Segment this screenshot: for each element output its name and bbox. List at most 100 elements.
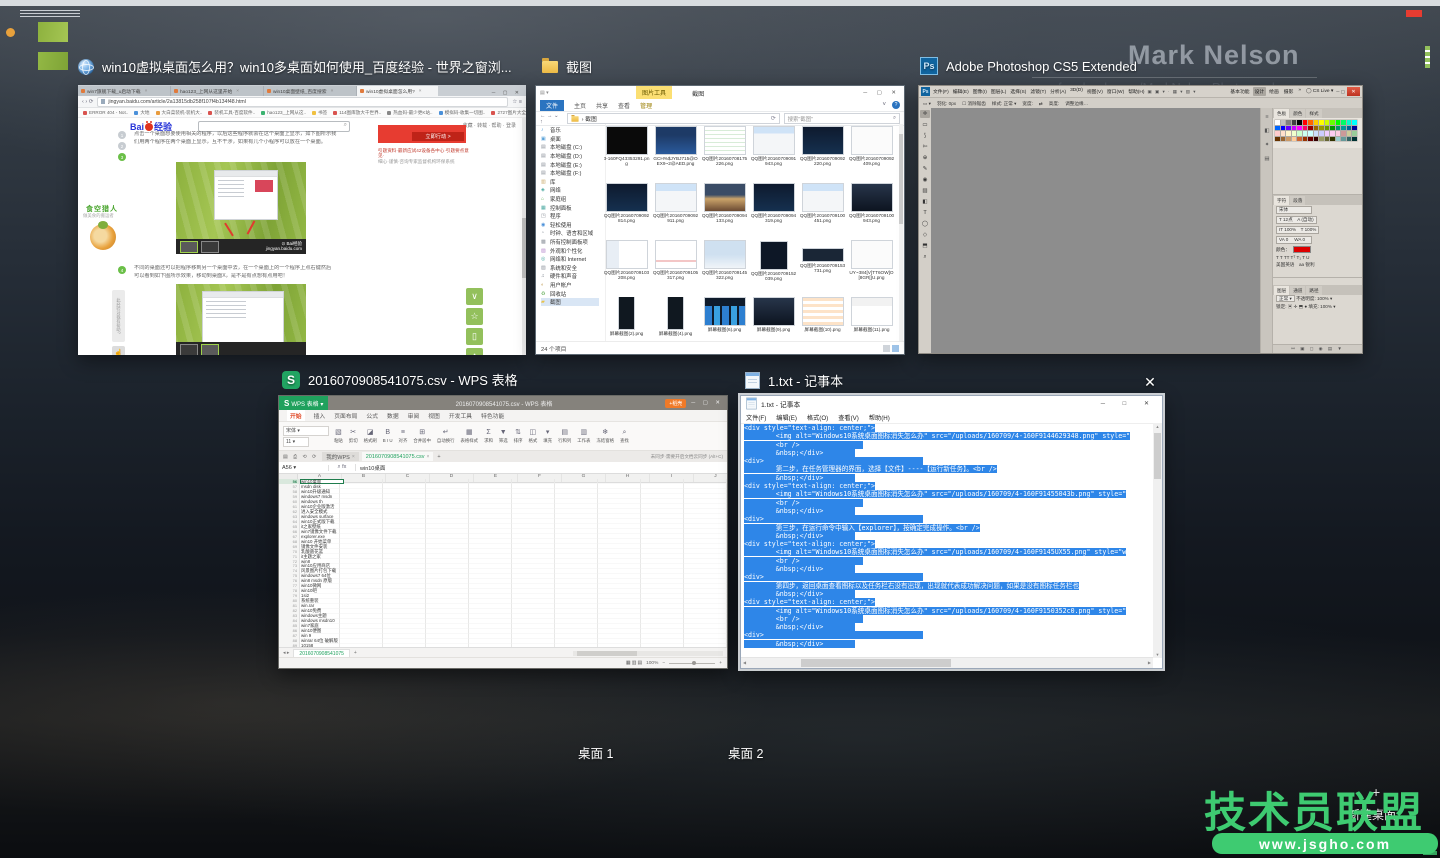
bookmark-icon [83, 111, 87, 115]
browser-window-thumbnail[interactable]: win7旗舰下载_u启动下载hao123_上网从这里开始win10桌面壁纸_百度… [78, 85, 526, 355]
file-item: QQ图片20160709103208.png [602, 240, 651, 297]
file-item: 屏幕截图(6).png [700, 297, 749, 342]
layers-panel: 图层通道路径 正常 ▾ 不透明度: 100% ▾ 锁定: ▣ ✛ ⬒ ● 填充:… [1273, 285, 1362, 353]
text-line: &nbsp;</div> [744, 507, 1152, 515]
step-number-badge: 3 [118, 153, 126, 161]
sidebar-item: ◔时钟、语言和区域 [541, 229, 605, 238]
sidebar-item: ▤本地磁盘 (D:) [541, 152, 605, 161]
explorer-window-label[interactable]: 截图 [542, 57, 592, 76]
sidebar-item-icon: ◈ [541, 187, 547, 193]
bookmark-icon [333, 111, 337, 115]
toolbar-icon: ↵ [443, 429, 449, 437]
sidebar-item: ▤本地磁盘 (F:) [541, 169, 605, 178]
text-line: <br /> [744, 441, 1152, 449]
photoshop-window-thumbnail[interactable]: Ps 文件(F)编辑(E)图像(I)图层(L)选择(S)滤镜(T)分析(A)3D… [918, 85, 1363, 354]
wps-document-tab-row: ▤ ⎙ ⟲ ⟳ 我的WPS2016070908541075.csv + 未同步·… [279, 451, 727, 462]
sidebar-item: ▤本地磁盘 (E:) [541, 160, 605, 169]
tool-icon: T [920, 209, 930, 217]
color-swatch [1341, 120, 1346, 125]
photoshop-logo-icon: Ps [921, 87, 930, 96]
bookmark-icon [208, 111, 212, 115]
browser-tab: win7旗舰下载_u启动下载 [78, 86, 171, 96]
text-line: <div> [744, 515, 1152, 523]
screenshot-window [202, 291, 284, 345]
sidebar-item-icon: ▧ [541, 265, 547, 271]
file-thumbnail [802, 297, 844, 326]
notepad-window-label[interactable]: 1.txt - 记事本 [745, 371, 843, 390]
color-swatch [1286, 137, 1291, 142]
color-swatch [1330, 137, 1335, 142]
tool-option: 高度: [1049, 101, 1059, 107]
desktop-1-label[interactable]: 桌面 1 [578, 743, 613, 762]
color-swatch [1275, 120, 1280, 125]
file-thumbnail [655, 126, 697, 155]
text-line: <div style="text-align: center;"> [744, 598, 1152, 606]
scrollbar-thumb [1154, 433, 1161, 479]
sidebar-item-icon: ♫ [541, 273, 547, 279]
color-swatch [1303, 126, 1308, 131]
sidebar-item-icon: ◎ [541, 256, 547, 262]
wallpaper-credit-name: Mark Nelson [1128, 40, 1300, 71]
text-line: &nbsp;</div> [744, 590, 1152, 598]
color-swatch [1297, 137, 1302, 142]
horizontal-scrollbar [573, 651, 723, 656]
wps-window-controls: ─ ▢ ✕ [691, 400, 723, 406]
sidebar-item-icon: ▦ [541, 205, 547, 211]
bookmark-icon [439, 111, 443, 115]
photoshop-window-label[interactable]: Ps Adobe Photoshop CS5 Extended [920, 57, 1137, 75]
sidebar-item: ◐用户帐户 [541, 281, 605, 290]
file-thumbnail [704, 297, 746, 326]
browser-address-bar: ‹ › ⟳ jingyan.baidu.com/article/2a13815d… [78, 96, 526, 108]
color-swatch [1319, 120, 1324, 125]
explorer-file-grid: 3-160FQ43353291.pngGCH%$JYBJ715@OEX9~2@A… [602, 124, 896, 342]
notepad-close-button[interactable]: ✕ [1140, 372, 1160, 392]
wallpaper-credit-line [1032, 77, 1317, 78]
notepad-horizontal-scrollbar: ◀▶ [741, 657, 1153, 668]
color-swatch [1330, 131, 1335, 136]
step-number-badge: 4 [118, 266, 126, 274]
formula-bar: A56 ▾ ⌕ fx win10桌面 [279, 462, 727, 474]
toolbar-icon: ▦ [466, 429, 473, 437]
quick-access-toolbar: ▤ ▾ [540, 90, 549, 96]
menu-item: 帮助(H) [869, 413, 890, 422]
notepad-window-thumbnail[interactable]: 1.txt - 记事本 ─ □ ✕ 文件(F)编辑(E)格式(O)查看(V)帮助… [740, 395, 1163, 669]
dock-icon: ▤ [1264, 156, 1269, 162]
thumbs-up-button: ☝ [112, 346, 125, 355]
floating-action-button: ∧ [466, 348, 483, 355]
character-setting-row: VA 0 WA 0 [1273, 235, 1362, 245]
browser-window-label[interactable]: win10虚拟桌面怎么用？win10多桌面如何使用_百度经验 - 世界之窗浏..… [78, 57, 512, 76]
desktop-2-label[interactable]: 桌面 2 [728, 743, 763, 762]
view-toggle-icons [883, 345, 899, 352]
quick-access-icons: ▤ ⎙ ⟲ ⟳ [283, 454, 318, 460]
photoshop-canvas [931, 108, 1261, 353]
file-item: QQ图片20160709091943.png [749, 126, 798, 183]
bookmark-item: 热血码-最少更K站.. [387, 110, 432, 116]
bookmark-item: 114图库放大千世界.. [333, 110, 381, 116]
color-swatch [1330, 120, 1335, 125]
browser-tab: hao123_上网从这里开始 [171, 86, 264, 96]
sidebar-item: ⌂家庭组 [541, 195, 605, 204]
toolbar-icon: ⌕ [622, 429, 626, 437]
menu-item: 文件(F) [746, 413, 766, 422]
sidebar-item: ▦控制面板 [541, 203, 605, 212]
color-swatch [1314, 131, 1319, 136]
sidebar-item-icon: ◔ [541, 230, 547, 236]
tool-icon: ▭ [920, 121, 930, 129]
red-arrow [247, 220, 256, 234]
browser-window-controls: ─ ▢ ✕ [492, 90, 526, 96]
sidebar-item-icon: ▤ [541, 162, 547, 168]
browser-bookmarks-bar: ERROR 404 - Not..大地大白菜装机-装机大..装机工具-百度软件.… [78, 108, 526, 118]
wps-window-label[interactable]: S 2016070908541075.csv - WPS 表格 [282, 370, 518, 389]
tab-close-icon [143, 89, 148, 94]
toolbar-group: ▾填充 [543, 429, 552, 444]
character-panel: 字符段落 宋体T 12点 A (自动)IT 100% T 100%VA 0 WA… [1273, 195, 1362, 278]
color-swatch [1341, 126, 1346, 131]
color-swatch [1303, 137, 1308, 142]
sidebar-ad-subtitle: 做美食的搬运者 [83, 213, 114, 219]
toolbar-group: ◫格式 [528, 429, 537, 444]
file-item: QQ图片20160709092814.png [602, 183, 651, 240]
wps-window-thumbnail[interactable]: SWPS 表格 ▾ 2016070908541075.csv - WPS 表格 … [278, 395, 728, 669]
photoshop-icon: Ps [920, 57, 938, 75]
color-swatch [1336, 126, 1341, 131]
explorer-window-thumbnail[interactable]: ▤ ▾ 图片工具 截图 ─ ▢ ✕ 文件 主页共享查看 管理 ˅? ← → ⌄ … [535, 85, 905, 355]
